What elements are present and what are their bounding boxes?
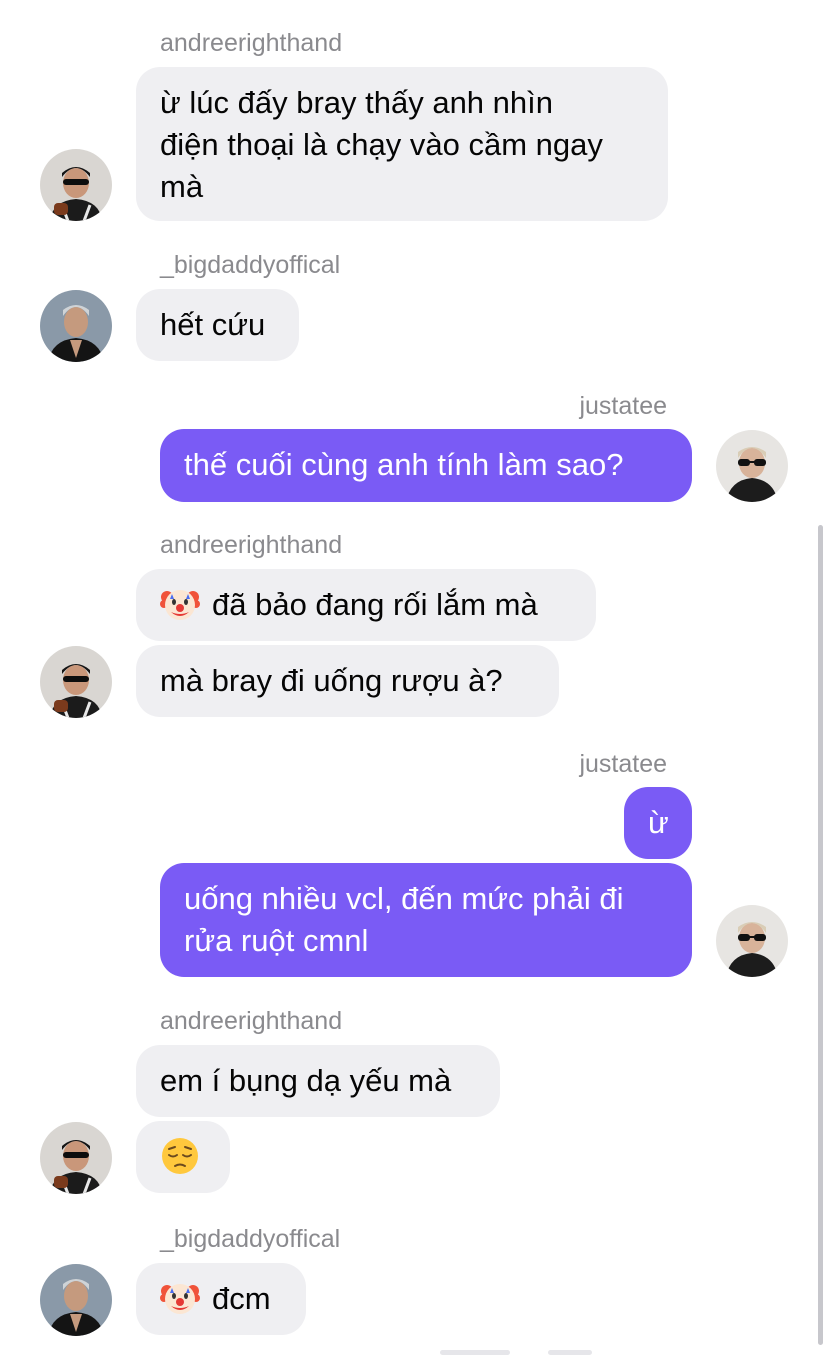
message-bubble[interactable]: uống nhiều vcl, đến mức phải đi rửa ruột… <box>160 863 692 977</box>
chat-thread: andreerighthand ừ lúc đấy bray thấy anh … <box>0 0 828 1355</box>
message-bubble[interactable]: đã bảo đang rối lắm mà <box>136 569 596 641</box>
message-line: ừ lúc đấy bray thấy anh nhìn <box>160 85 553 120</box>
sender-name: andreerighthand <box>160 1007 343 1035</box>
message-text: thế cuối cùng anh tính làm sao? <box>184 447 624 482</box>
avatar-image <box>716 905 788 977</box>
avatar[interactable] <box>40 1264 112 1336</box>
message-line: điện thoại là chạy vào cầm ngay <box>160 127 603 162</box>
partial-timestamp <box>548 1350 592 1355</box>
message-line: rửa ruột cmnl <box>184 923 369 958</box>
avatar[interactable] <box>716 905 788 977</box>
message-bubble[interactable] <box>136 1121 230 1193</box>
avatar[interactable] <box>40 149 112 221</box>
avatar-image <box>40 149 112 221</box>
avatar-image <box>40 1122 112 1194</box>
avatar[interactable] <box>40 1122 112 1194</box>
avatar-image <box>40 1264 112 1336</box>
message-bubble[interactable]: thế cuối cùng anh tính làm sao? <box>160 429 692 502</box>
avatar[interactable] <box>40 290 112 362</box>
message-bubble[interactable]: hết cứu <box>136 289 299 361</box>
sender-name: andreerighthand <box>160 29 343 57</box>
message-text: ừ <box>648 805 669 840</box>
clown-face-icon <box>160 584 200 624</box>
message-bubble[interactable]: đcm <box>136 1263 306 1335</box>
avatar-image <box>716 430 788 502</box>
sender-name: _bigdaddyoffical <box>160 1225 341 1253</box>
message-line: mà <box>160 169 204 204</box>
message-text: mà bray đi uống rượu à? <box>160 663 503 698</box>
pensive-face-icon <box>160 1136 200 1176</box>
avatar-image <box>40 646 112 718</box>
sender-name: andreerighthand <box>160 531 343 559</box>
avatar[interactable] <box>40 646 112 718</box>
message-bubble[interactable]: ừ lúc đấy bray thấy anh nhìn điện thoại … <box>136 67 668 221</box>
sender-name: _bigdaddyoffical <box>160 251 341 279</box>
partial-timestamp <box>440 1350 510 1355</box>
message-bubble[interactable]: mà bray đi uống rượu à? <box>136 645 559 717</box>
sender-name: justatee <box>579 392 667 420</box>
avatar[interactable] <box>716 430 788 502</box>
message-bubble[interactable]: em í bụng dạ yếu mà <box>136 1045 500 1117</box>
sender-name: justatee <box>579 750 667 778</box>
message-text: em í bụng dạ yếu mà <box>160 1063 452 1098</box>
message-line: uống nhiều vcl, đến mức phải đi <box>184 881 624 916</box>
message-text: đã bảo đang rối lắm mà <box>212 587 538 622</box>
clown-face-icon <box>160 1278 200 1318</box>
scrollbar[interactable] <box>818 525 823 1345</box>
message-text: đcm <box>212 1281 271 1316</box>
avatar-image <box>40 290 112 362</box>
message-bubble[interactable]: ừ <box>624 787 692 859</box>
message-text: hết cứu <box>160 307 266 342</box>
